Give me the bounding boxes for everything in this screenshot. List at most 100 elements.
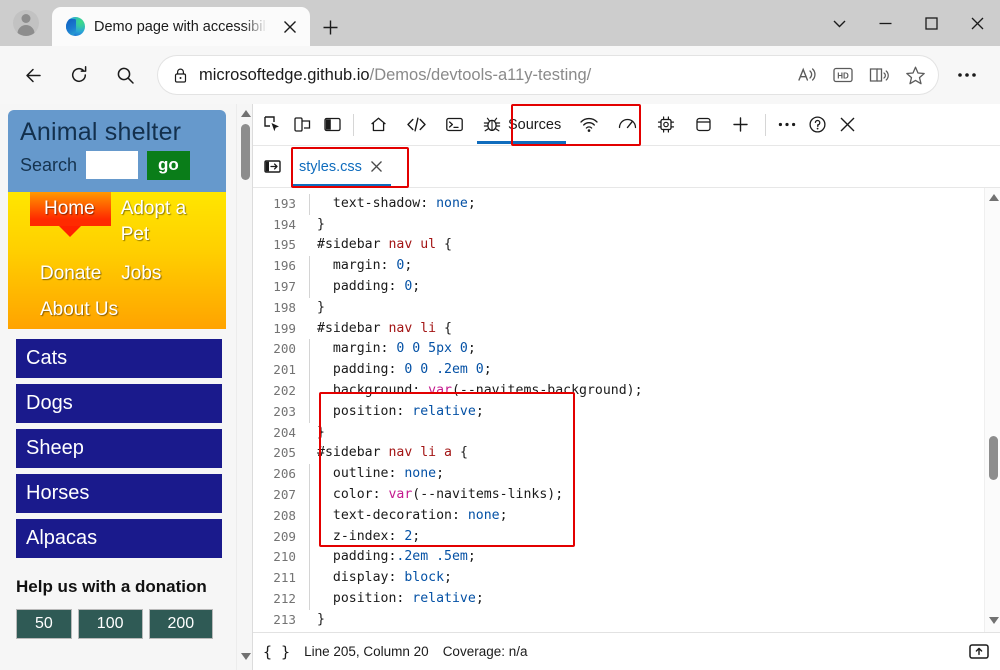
ellipsis-icon[interactable] bbox=[772, 110, 802, 140]
console-icon bbox=[445, 115, 464, 134]
scroll-down-icon[interactable] bbox=[241, 653, 251, 660]
close-icon[interactable] bbox=[832, 110, 862, 140]
code-content[interactable]: 192 color: var(--sidebar-arrow);193 text… bbox=[253, 188, 984, 632]
ellipsis-icon[interactable] bbox=[948, 56, 986, 94]
minimize-icon[interactable] bbox=[862, 0, 908, 46]
format-code-icon[interactable]: { } bbox=[263, 643, 290, 661]
search-icon[interactable] bbox=[106, 56, 144, 94]
tab-welcome[interactable] bbox=[360, 106, 397, 144]
hd-badge-icon[interactable]: HD bbox=[826, 58, 860, 92]
code-line[interactable]: 203 position: relative; bbox=[253, 401, 984, 423]
browser-tab[interactable]: Demo page with accessibility issu bbox=[52, 7, 310, 46]
scroll-up-icon[interactable] bbox=[241, 110, 251, 117]
tab-console[interactable] bbox=[436, 106, 473, 144]
line-number: 209 bbox=[273, 528, 296, 544]
nav-item-jobs[interactable]: Jobs bbox=[111, 257, 171, 291]
code-line[interactable]: 195 #sidebar nav ul { bbox=[253, 235, 984, 256]
go-button[interactable]: go bbox=[147, 151, 190, 180]
donate-amount-200[interactable]: 200 bbox=[148, 609, 214, 640]
dock-side-icon[interactable] bbox=[317, 110, 347, 140]
tab-network[interactable] bbox=[570, 106, 608, 144]
page-scrollbar[interactable] bbox=[236, 104, 252, 670]
code-line[interactable]: 205 #sidebar nav li a { bbox=[253, 443, 984, 464]
list-item[interactable]: Alpacas bbox=[16, 518, 222, 558]
code-line[interactable]: 211 display: block; bbox=[253, 568, 984, 589]
inspect-element-icon[interactable] bbox=[257, 110, 287, 140]
dock-bottom-icon[interactable] bbox=[968, 642, 990, 661]
code-line[interactable]: 193 text-shadow: none; bbox=[253, 193, 984, 215]
code-line[interactable]: 196 margin: 0; bbox=[253, 256, 984, 277]
list-item[interactable]: Cats bbox=[16, 338, 222, 378]
code-line[interactable]: 208 text-decoration: none; bbox=[253, 505, 984, 527]
more-tools-button[interactable] bbox=[722, 106, 759, 144]
list-item[interactable]: Dogs bbox=[16, 383, 222, 423]
code-line[interactable]: 194} bbox=[253, 215, 984, 236]
scroll-down-icon[interactable] bbox=[989, 617, 999, 624]
tab-application[interactable] bbox=[685, 106, 722, 144]
line-number: 196 bbox=[273, 258, 296, 274]
refresh-icon[interactable] bbox=[60, 56, 98, 94]
tab-performance[interactable] bbox=[608, 106, 647, 144]
code-line[interactable]: 201 padding: 0 0 .2em 0; bbox=[253, 360, 984, 381]
nav-item-adopt-a-pet[interactable]: Adopt a Pet bbox=[111, 192, 226, 251]
close-icon[interactable] bbox=[370, 160, 383, 173]
code-line[interactable]: 213} bbox=[253, 610, 984, 631]
close-icon[interactable] bbox=[954, 0, 1000, 46]
file-tab-styles-css[interactable]: styles.css bbox=[287, 147, 395, 187]
code-line[interactable]: 202 background: var(--navitems-backgroun… bbox=[253, 380, 984, 402]
close-icon[interactable] bbox=[276, 13, 304, 41]
code-line[interactable]: 204} bbox=[253, 423, 984, 444]
code-line[interactable]: 199 #sidebar nav li { bbox=[253, 319, 984, 340]
code-text: padding: 0 0 .2em 0; bbox=[317, 362, 492, 378]
tab-elements[interactable] bbox=[397, 106, 436, 144]
star-icon[interactable] bbox=[898, 58, 932, 92]
application-storage-icon bbox=[694, 115, 713, 134]
page-scrollbar-thumb[interactable] bbox=[241, 124, 250, 180]
code-line[interactable]: 198} bbox=[253, 298, 984, 319]
donate-amount-50[interactable]: 50 bbox=[16, 609, 72, 640]
back-arrow-icon[interactable] bbox=[14, 56, 52, 94]
code-line[interactable]: 210 padding:.2em .5em; bbox=[253, 547, 984, 568]
line-number: 202 bbox=[273, 382, 296, 398]
scroll-up-icon[interactable] bbox=[989, 194, 999, 201]
code-text: } bbox=[317, 216, 325, 232]
code-line[interactable]: 212 position: relative; bbox=[253, 588, 984, 610]
tab-strip: Demo page with accessibility issu bbox=[52, 0, 344, 46]
nav-item-home[interactable]: Home bbox=[30, 191, 111, 226]
nav-item-about-us[interactable]: About Us bbox=[30, 295, 128, 324]
immersive-reader-icon[interactable] bbox=[862, 58, 896, 92]
device-emulation-icon[interactable] bbox=[287, 110, 317, 140]
new-tab-button[interactable] bbox=[316, 13, 344, 41]
url-text: microsoftedge.github.io/Demos/devtools-a… bbox=[199, 66, 780, 85]
code-line[interactable]: 209 z-index: 2; bbox=[253, 526, 984, 548]
editor-scrollbar-thumb[interactable] bbox=[989, 436, 998, 480]
show-navigator-icon[interactable] bbox=[257, 152, 287, 182]
address-bar[interactable]: microsoftedge.github.io/Demos/devtools-a… bbox=[158, 56, 938, 94]
chevron-down-icon[interactable] bbox=[816, 0, 862, 46]
line-number: 193 bbox=[273, 195, 296, 211]
donate-amount-100[interactable]: 100 bbox=[77, 609, 143, 640]
help-question-icon[interactable] bbox=[802, 110, 832, 140]
code-scroll-area[interactable]: 192 color: var(--sidebar-arrow);193 text… bbox=[253, 188, 984, 632]
maximize-icon[interactable] bbox=[908, 0, 954, 46]
tab-memory[interactable] bbox=[647, 106, 685, 144]
code-line[interactable]: 197 padding: 0; bbox=[253, 276, 984, 298]
list-item[interactable]: Sheep bbox=[16, 428, 222, 468]
edge-logo-icon bbox=[66, 17, 85, 36]
read-aloud-icon[interactable] bbox=[790, 58, 824, 92]
title-bar: Demo page with accessibility issu bbox=[0, 0, 1000, 46]
search-input[interactable] bbox=[86, 151, 139, 180]
donation-block: Help us with a donation 50 100 200 bbox=[0, 570, 236, 640]
indent-guide bbox=[305, 193, 317, 215]
code-line[interactable]: 206 outline: none; bbox=[253, 464, 984, 485]
tab-sources[interactable]: Sources bbox=[473, 106, 570, 144]
editor-scrollbar[interactable] bbox=[984, 188, 1000, 632]
line-number: 195 bbox=[273, 237, 296, 253]
code-line[interactable]: 207 color: var(--navitems-links); bbox=[253, 484, 984, 506]
code-line[interactable]: 200 margin: 0 0 5px 0; bbox=[253, 339, 984, 360]
search-form: Search go bbox=[20, 151, 214, 180]
devtools-panel: Sources styles.css 193 text-shadow: none… bbox=[252, 104, 1000, 670]
nav-item-donate[interactable]: Donate bbox=[30, 257, 111, 291]
profile-button[interactable] bbox=[0, 0, 52, 46]
list-item[interactable]: Horses bbox=[16, 473, 222, 513]
